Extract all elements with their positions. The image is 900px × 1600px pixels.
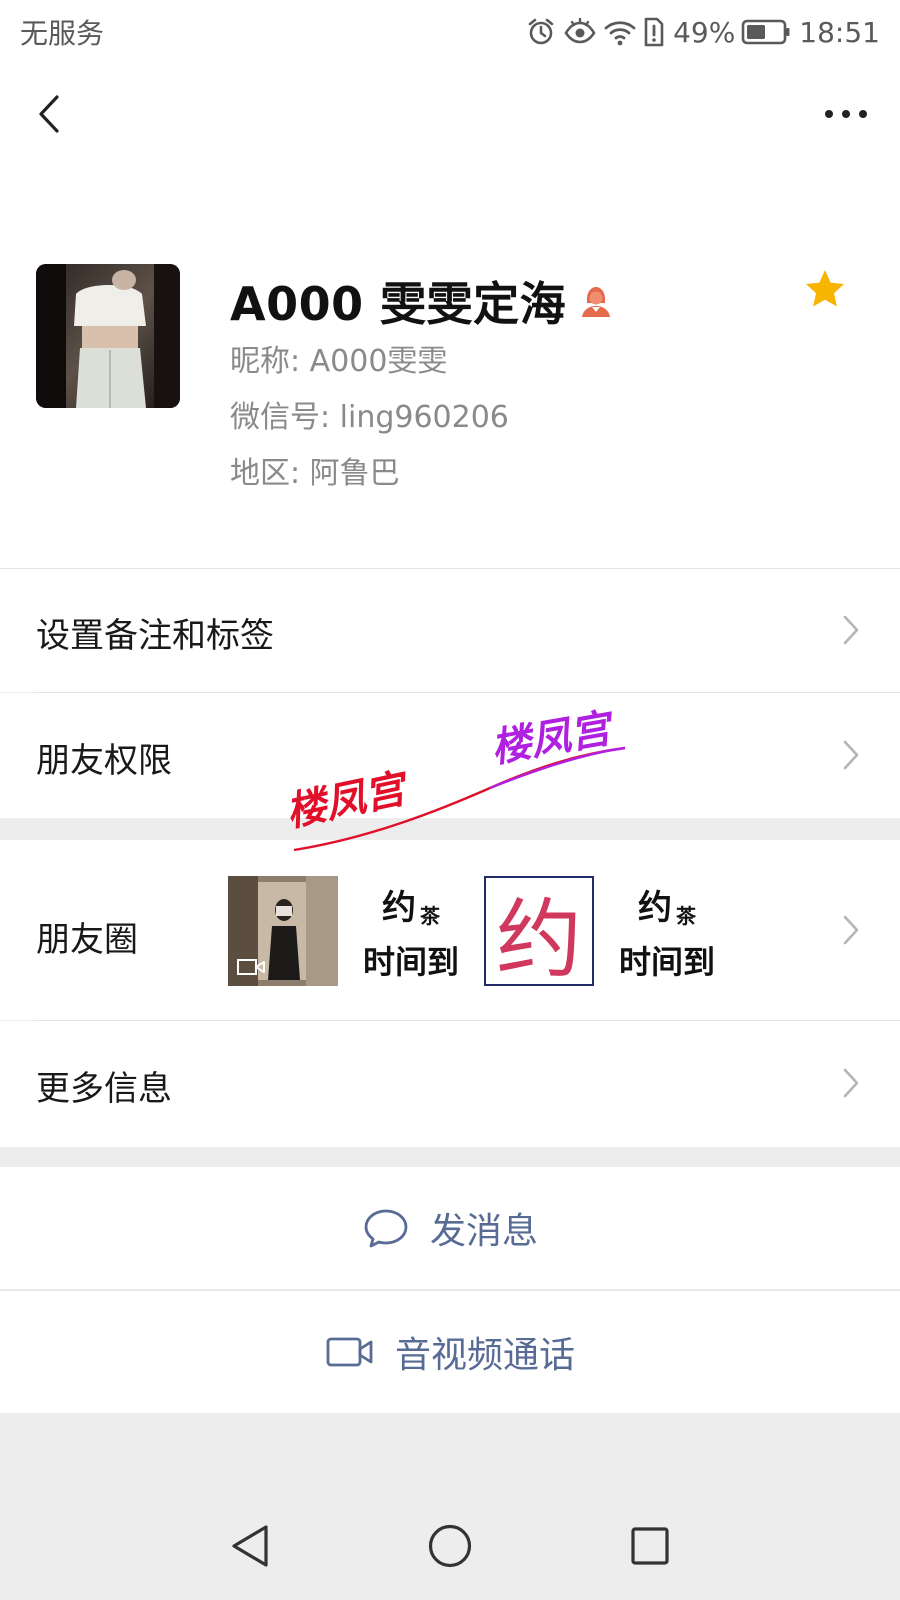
system-back-button[interactable] — [218, 1514, 282, 1578]
triangle-back-icon — [232, 1525, 268, 1567]
thumb-text-line: 时间到 — [618, 942, 715, 981]
chevron-right-icon — [843, 1068, 859, 1098]
wifi-icon — [604, 21, 636, 46]
top-nav — [0, 64, 900, 164]
carrier-label: 无服务 — [20, 17, 105, 50]
thumb-text-small: 茶 — [420, 903, 440, 928]
region-line: 地区: 阿鲁巴 — [230, 456, 400, 491]
send-message-label: 发消息 — [429, 1211, 538, 1252]
remarks-tags-row[interactable]: 设置备注和标签 — [0, 568, 900, 692]
more-button[interactable] — [814, 86, 878, 142]
moment-thumb-text[interactable]: 约茶 时间到 — [612, 876, 722, 986]
chevron-right-icon — [843, 615, 859, 645]
divider — [0, 568, 900, 569]
system-recents-button[interactable] — [618, 1514, 682, 1578]
friend-permissions-label: 朋友权限 — [36, 741, 172, 781]
thumb-text-char: 约 — [638, 887, 672, 928]
display-name-row: A000 雯雯定海 — [230, 268, 614, 334]
thumb-text-small: 茶 — [676, 903, 696, 928]
moments-thumbnails: 约茶 时间到 约 约茶 时间到 — [228, 876, 722, 986]
thumb-big-char: 约 — [496, 889, 582, 986]
chevron-left-icon — [39, 95, 59, 133]
status-icons: 49% 18:51 — [525, 10, 880, 54]
moment-thumb-text[interactable]: 约茶 时间到 — [356, 876, 466, 986]
avatar[interactable] — [36, 264, 180, 408]
more-info-label: 更多信息 — [36, 1069, 172, 1109]
battery-percent: 49% — [673, 15, 736, 49]
remarks-tags-label: 设置备注和标签 — [36, 616, 274, 656]
video-call-button[interactable]: 音视频通话 — [0, 1291, 900, 1413]
more-dots-icon — [825, 110, 867, 118]
clock: 18:51 — [799, 15, 880, 49]
alarm-icon — [528, 18, 554, 45]
more-info-row[interactable]: 更多信息 — [0, 1021, 900, 1147]
status-bar: 无服务 49% 18:51 — [0, 0, 900, 64]
video-camera-icon — [326, 1337, 373, 1367]
sim-alert-icon — [644, 17, 664, 47]
square-recents-icon — [631, 1527, 669, 1565]
moments-label: 朋友圈 — [36, 920, 138, 960]
battery-icon — [741, 19, 790, 45]
send-message-button[interactable]: 发消息 — [0, 1167, 900, 1289]
eye-comfort-icon — [564, 17, 596, 44]
system-home-button[interactable] — [418, 1514, 482, 1578]
chevron-right-icon — [843, 740, 859, 770]
back-button[interactable] — [22, 86, 78, 142]
profile-card: A000 雯雯定海 昵称: A000雯雯 微信号: ling960206 地区:… — [0, 164, 900, 568]
video-call-label: 音视频通话 — [394, 1335, 575, 1376]
nickname-line: 昵称: A000雯雯 — [230, 344, 448, 379]
star-icon[interactable] — [804, 268, 846, 310]
circle-home-icon — [428, 1524, 472, 1568]
thumb-text-char: 约 — [382, 887, 416, 928]
moment-thumb-boxed[interactable]: 约 — [484, 876, 594, 986]
female-user-icon — [582, 287, 611, 317]
display-name: A000 雯雯定海 — [230, 277, 567, 331]
system-nav-bar — [0, 1492, 900, 1600]
wechat-id-line: 微信号: ling960206 — [230, 400, 509, 435]
chat-bubble-icon — [364, 1209, 408, 1248]
thumb-text-line: 时间到 — [362, 942, 459, 981]
chevron-right-icon — [843, 915, 859, 945]
moment-thumb-video[interactable] — [228, 876, 338, 986]
